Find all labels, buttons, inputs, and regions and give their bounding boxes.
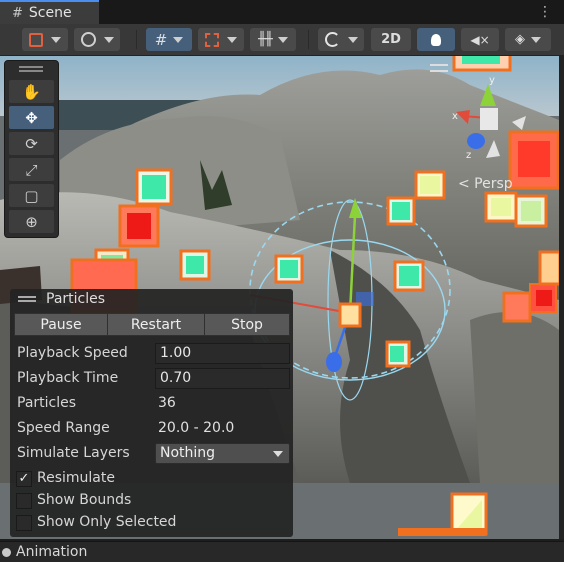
simulate-layers-select[interactable]: Nothing [155, 443, 290, 464]
move-icon: ✥ [25, 108, 38, 127]
ruler-icon: ╫╫ [258, 32, 273, 47]
playback-time-field[interactable]: 0.70 [155, 368, 290, 389]
move-tool-button[interactable]: ✥ [9, 106, 54, 129]
particles-overlay-title: Particles [46, 291, 106, 307]
rect-tool-button[interactable]: ▢ [9, 184, 54, 207]
grid-snap-toggle[interactable]: # [146, 28, 192, 51]
gizmo-x-label: x [452, 111, 458, 122]
gizmo-z-label: z [466, 150, 471, 161]
audio-icon: ◀× [470, 32, 490, 47]
animation-tab-label: Animation [16, 544, 88, 560]
tab-scene[interactable]: # Scene [0, 0, 99, 24]
ruler-dropdown[interactable]: ╫╫ [250, 28, 296, 51]
hash-icon: # [12, 5, 23, 21]
chevron-down-icon [273, 451, 283, 457]
effects-icon: ◈ [515, 32, 525, 47]
resimulate-checkbox[interactable]: ✓ [16, 471, 32, 487]
overlay-grip-icon [18, 296, 36, 302]
show-only-selected-checkbox[interactable] [16, 515, 32, 531]
chevron-down-icon [103, 36, 114, 43]
snap-increment-icon [205, 32, 219, 47]
toolbar-divider [136, 30, 137, 49]
show-bounds-label: Show Bounds [37, 492, 132, 508]
tab-scene-label: Scene [28, 5, 72, 21]
animation-panel-header[interactable]: Animation [0, 541, 564, 562]
scale-tool-button[interactable]: ⤢ [9, 158, 54, 181]
speed-range-label: Speed Range [17, 420, 110, 436]
particles-overlay: Particles Pause Restart Stop Playback Sp… [10, 289, 293, 537]
snap-increment-dropdown[interactable] [198, 28, 244, 51]
chevron-down-icon [531, 36, 541, 43]
resimulate-label: Resimulate [37, 470, 115, 486]
toolbar-divider [308, 30, 309, 49]
orientation-tool-dropdown[interactable] [22, 28, 68, 51]
pause-button[interactable]: Pause [14, 313, 108, 336]
effects-dropdown[interactable]: ◈ [505, 28, 551, 51]
shading-mode-icon [324, 32, 340, 47]
global-local-dropdown[interactable] [74, 28, 120, 51]
restart-button[interactable]: Restart [107, 313, 205, 336]
particles-overlay-header[interactable]: Particles [10, 289, 293, 309]
simulate-layers-value: Nothing [160, 445, 216, 461]
2d-toggle-button[interactable]: 2D [371, 28, 411, 51]
playback-speed-label: Playback Speed [17, 345, 128, 361]
animation-tab-icon [2, 547, 11, 557]
rotate-tool-button[interactable]: ⟳ [9, 132, 54, 155]
hand-tool-button[interactable]: ✋ [9, 80, 54, 103]
hand-icon: ✋ [22, 82, 41, 101]
playback-time-label: Playback Time [17, 370, 119, 386]
chevron-down-icon [347, 36, 358, 43]
lighting-toggle[interactable] [417, 28, 455, 51]
particles-count-value: 36 [158, 395, 176, 411]
rotate-icon: ⟳ [25, 134, 38, 153]
show-only-selected-label: Show Only Selected [37, 514, 177, 530]
audio-toggle[interactable]: ◀× [461, 28, 499, 51]
stop-button[interactable]: Stop [204, 313, 290, 336]
chevron-down-icon [277, 36, 288, 43]
checkmark-icon: ✓ [18, 471, 30, 486]
chevron-down-icon [227, 36, 237, 43]
global-icon [80, 32, 96, 47]
gizmo-menu-icon[interactable] [430, 64, 448, 72]
palette-grip-icon[interactable] [19, 66, 43, 72]
kebab-menu-icon[interactable]: ⋮ [538, 4, 552, 20]
transform-tool-button[interactable]: ⊕ [9, 210, 54, 233]
scene-toolbar: # ╫╫ 2D ◀× ◈ [0, 24, 564, 56]
scale-icon: ⤢ [25, 160, 38, 179]
chevron-down-icon [51, 36, 61, 43]
speed-range-value: 20.0 - 20.0 [158, 420, 235, 436]
particles-count-label: Particles [17, 395, 77, 411]
chevron-down-icon [173, 36, 184, 43]
tab-strip: # Scene ⋮ [0, 0, 564, 24]
tool-palette: ✋ ✥ ⟳ ⤢ ▢ ⊕ [4, 60, 59, 238]
gizmo-y-label: y [489, 75, 495, 86]
simulate-layers-label: Simulate Layers [17, 445, 130, 461]
playback-speed-field[interactable]: 1.00 [155, 343, 290, 364]
viewport-scrollbar[interactable] [559, 56, 564, 539]
orientation-tool-icon [29, 32, 43, 47]
transform-icon: ⊕ [25, 212, 38, 231]
rect-icon: ▢ [24, 186, 39, 205]
shading-mode-dropdown[interactable] [318, 28, 364, 51]
show-bounds-checkbox[interactable] [16, 493, 32, 509]
perspective-label[interactable]: < Persp [458, 176, 513, 192]
light-icon [431, 33, 441, 46]
grid-snap-icon: # [154, 30, 168, 49]
